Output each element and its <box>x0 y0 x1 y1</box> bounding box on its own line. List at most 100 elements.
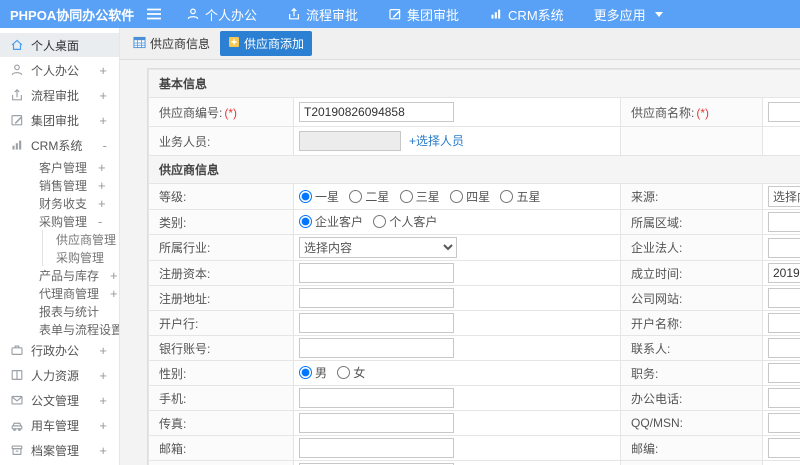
expand-toggle[interactable]: + <box>99 443 107 458</box>
sidebar-item-group-approval[interactable]: 集团审批 + <box>0 108 119 132</box>
field-label: 传真: <box>148 410 294 436</box>
collapse-toggle[interactable]: - <box>103 138 107 153</box>
founded-date-input[interactable] <box>768 263 800 283</box>
grade-radio[interactable] <box>450 189 464 203</box>
grade-radio[interactable] <box>299 189 312 203</box>
grade-radio[interactable] <box>500 189 514 203</box>
sidebar-item-reports-stats[interactable]: 报表与统计 <box>0 302 119 320</box>
supplier-no-input[interactable] <box>299 102 454 122</box>
expand-toggle[interactable]: + <box>99 393 107 408</box>
office-phone-input[interactable] <box>768 388 800 408</box>
sidebar-item-archive-mgmt[interactable]: 档案管理 + <box>0 438 119 462</box>
sidebar-item-customer-mgmt[interactable]: 客户管理 + <box>0 158 119 176</box>
field-label <box>620 126 763 156</box>
sidebar-item-product-inventory[interactable]: 产品与库存 + <box>0 266 119 284</box>
mobile-input[interactable] <box>299 388 454 408</box>
nav-personal-office[interactable]: 个人办公 <box>186 5 257 24</box>
account-name-input[interactable] <box>768 313 800 333</box>
sidebar-item-finance[interactable]: 财务收支 + <box>0 194 119 212</box>
sales-person-input[interactable] <box>299 131 401 151</box>
expand-toggle[interactable]: + <box>99 63 107 78</box>
sidebar-item-sales-mgmt[interactable]: 销售管理 + <box>0 176 119 194</box>
reg-capital-input[interactable] <box>299 263 454 283</box>
gender-radio[interactable] <box>337 366 351 379</box>
form-row: 地址: <box>148 460 800 465</box>
expand-toggle[interactable]: + <box>110 268 118 283</box>
collapse-toggle[interactable]: - <box>98 214 102 229</box>
choose-person-link[interactable]: +选择人员 <box>409 134 464 148</box>
expand-toggle[interactable]: + <box>99 368 107 383</box>
email-input[interactable] <box>299 438 454 458</box>
section-header-row: 供应商信息 <box>148 155 800 184</box>
radio-option[interactable]: 男 <box>299 364 327 381</box>
industry-select[interactable]: 选择内容 <box>299 237 457 258</box>
bank-input[interactable] <box>299 313 454 333</box>
zip-input[interactable] <box>768 438 800 458</box>
website-input[interactable] <box>768 288 800 308</box>
sidebar-item-document-mgmt[interactable]: 公文管理 + <box>0 388 119 412</box>
field-label: 所属区域: <box>620 209 763 235</box>
sidebar-item-vehicle-mgmt[interactable]: 用车管理 + <box>0 413 119 437</box>
hamburger-menu-icon[interactable] <box>146 7 162 21</box>
category-radio-group: 企业客户 个人客户 <box>293 209 621 235</box>
expand-toggle[interactable]: + <box>98 196 106 211</box>
grade-radio[interactable] <box>349 189 363 203</box>
required-mark: (*) <box>696 105 710 120</box>
nav-group-approval[interactable]: 集团审批 <box>388 5 459 24</box>
radio-option[interactable]: 三星 <box>399 188 440 205</box>
radio-option[interactable]: 一星 <box>299 188 339 205</box>
nav-more-apps[interactable]: 更多应用 <box>594 5 663 24</box>
field-label: 职务: <box>620 360 763 386</box>
sidebar-item-purchasing[interactable]: 采购管理 <box>42 248 119 266</box>
radio-option[interactable]: 二星 <box>349 188 389 205</box>
car-icon <box>10 418 24 432</box>
field-label: 开户行: <box>148 310 294 336</box>
sidebar-item-admin-office[interactable]: 行政办公 + <box>0 338 119 362</box>
reg-address-input[interactable] <box>299 288 454 308</box>
sidebar-item-purchase-mgmt[interactable]: 采购管理 - <box>0 212 119 230</box>
field-label: 供应商编号: (*) <box>148 97 294 127</box>
sidebar-item-supplier-mgmt[interactable]: 供应商管理 <box>42 230 119 248</box>
grade-radio[interactable] <box>399 189 413 203</box>
radio-option[interactable]: 四星 <box>450 188 490 205</box>
category-radio[interactable] <box>299 215 312 228</box>
nav-crm-system[interactable]: CRM系统 <box>489 5 564 24</box>
supplier-name-input[interactable] <box>768 102 800 122</box>
nav-workflow-approval[interactable]: 流程审批 <box>287 5 358 24</box>
legal-person-input[interactable] <box>768 237 800 258</box>
qq-msn-input[interactable] <box>768 413 800 433</box>
region-input[interactable] <box>768 212 800 232</box>
bank-account-input[interactable] <box>299 338 454 358</box>
source-select[interactable]: 选择内容 <box>768 186 800 207</box>
radio-option[interactable]: 五星 <box>500 188 540 205</box>
radio-option[interactable]: 企业客户 <box>299 213 363 230</box>
contact-input[interactable] <box>768 338 800 358</box>
expand-toggle[interactable]: + <box>110 286 118 301</box>
expand-toggle[interactable]: + <box>99 418 107 433</box>
position-input[interactable] <box>768 363 800 383</box>
field-label: 注册资本: <box>148 260 294 286</box>
field-label: 注册地址: <box>148 285 294 311</box>
sidebar-item-human-resources[interactable]: 人力资源 + <box>0 363 119 387</box>
expand-toggle[interactable]: + <box>99 113 107 128</box>
fax-input[interactable] <box>299 413 454 433</box>
form-row: 开户行: 开户名称: <box>148 310 800 336</box>
sidebar-item-workflow-approval[interactable]: 流程审批 + <box>0 83 119 107</box>
tab-supplier-add[interactable]: 供应商添加 <box>220 31 313 56</box>
sidebar-item-agent-mgmt[interactable]: 代理商管理 + <box>0 284 119 302</box>
expand-toggle[interactable]: + <box>99 88 107 103</box>
expand-toggle[interactable]: + <box>98 178 106 193</box>
sidebar-item-personal-office[interactable]: 个人办公 + <box>0 58 119 82</box>
tab-supplier-info[interactable]: 供应商信息 <box>133 35 210 52</box>
form-row: 所属行业: 选择内容 企业法人: <box>148 234 800 261</box>
category-radio[interactable] <box>373 215 387 228</box>
expand-toggle[interactable]: + <box>98 160 106 175</box>
sidebar-item-form-flow-settings[interactable]: 表单与流程设置 + <box>0 320 119 338</box>
sidebar-item-crm-system[interactable]: CRM系统 - <box>0 133 119 157</box>
field-label: 邮编: <box>620 435 763 461</box>
radio-option[interactable]: 个人客户 <box>373 213 437 230</box>
sidebar-item-personal-desktop[interactable]: 个人桌面 <box>0 33 119 57</box>
radio-option[interactable]: 女 <box>337 364 365 381</box>
gender-radio[interactable] <box>299 366 312 379</box>
expand-toggle[interactable]: + <box>99 343 107 358</box>
